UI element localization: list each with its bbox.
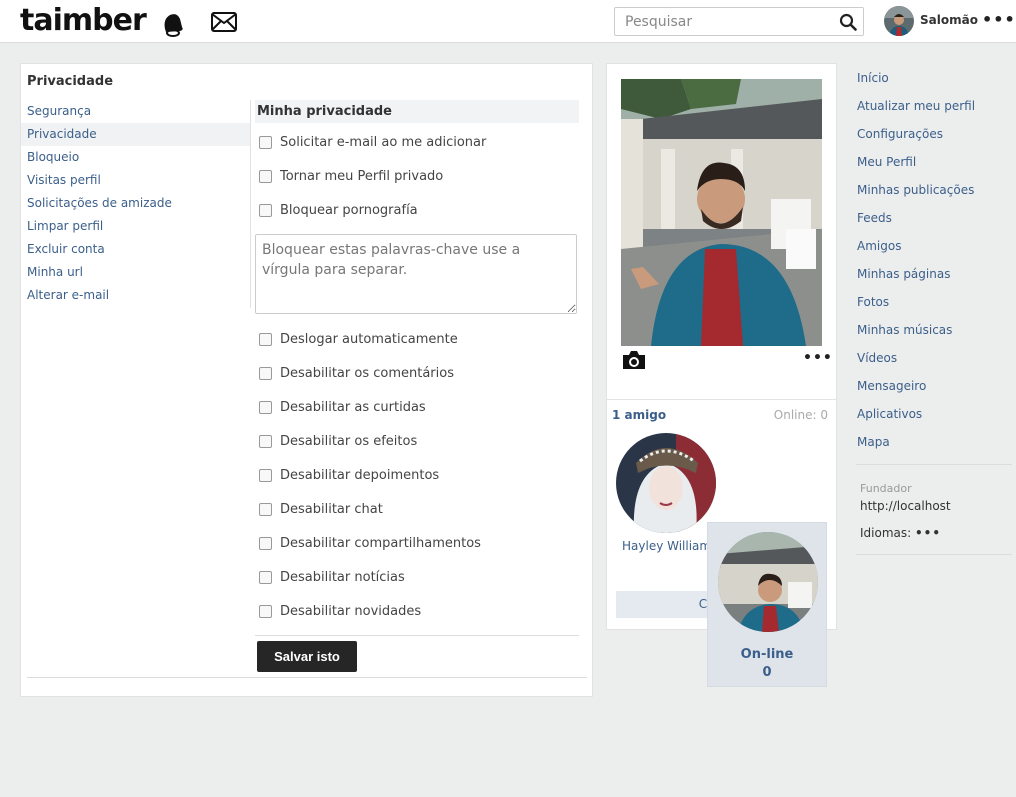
option-label: Desabilitar os comentários [280, 365, 454, 381]
option-checkbox[interactable] [259, 400, 272, 414]
online-user-avatar[interactable] [718, 532, 818, 632]
right-menu-divider [856, 464, 1012, 465]
right-menu-item[interactable]: Configurações [857, 123, 1012, 151]
right-menu-item[interactable]: Minhas publicações [857, 179, 1012, 207]
option-checkbox[interactable] [259, 169, 272, 183]
footer-divider [856, 554, 1012, 555]
right-menu-item[interactable]: Início [857, 67, 1012, 95]
nav-divider [250, 100, 251, 308]
user-avatar[interactable] [884, 6, 914, 36]
privacy-nav-item[interactable]: Bloqueio [21, 146, 251, 169]
option-label: Desabilitar novidades [280, 603, 422, 619]
option-checkbox[interactable] [259, 536, 272, 550]
right-menu-item[interactable]: Aplicativos [857, 403, 1012, 431]
search-icon[interactable] [839, 13, 857, 31]
option-label: Desabilitar compartilhamentos [280, 535, 481, 551]
privacy-option[interactable]: Desabilitar chat [259, 499, 383, 519]
right-menu: Início Atualizar meu perfil Configurações M… [857, 67, 1012, 459]
right-menu-item[interactable]: Mensageiro [857, 375, 1012, 403]
privacy-nav-item[interactable]: Visitas perfil [21, 169, 251, 192]
languages-label: Idiomas: [860, 526, 912, 540]
privacy-nav-item[interactable]: Excluir conta [21, 238, 251, 261]
founder-label: Fundador [860, 482, 912, 495]
privacy-option[interactable]: Desabilitar os comentários [259, 363, 454, 383]
privacy-nav-item[interactable]: Segurança [21, 100, 251, 123]
privacy-option[interactable]: Desabilitar novidades [259, 601, 421, 621]
card-more-button[interactable]: ••• [803, 350, 833, 366]
profile-photo[interactable] [621, 79, 822, 346]
option-checkbox[interactable] [259, 135, 272, 149]
privacy-nav-item[interactable]: Limpar perfil [21, 215, 251, 238]
privacy-option[interactable]: Desabilitar as curtidas [259, 397, 426, 417]
search-input[interactable] [615, 8, 825, 35]
option-label: Desabilitar notícias [280, 569, 405, 585]
bell-icon[interactable] [160, 9, 186, 37]
privacy-option[interactable]: Tornar meu Perfil privado [259, 166, 443, 186]
option-checkbox[interactable] [259, 502, 272, 516]
option-label: Desabilitar os efeitos [280, 433, 418, 449]
friend-name[interactable]: Hayley Williams [622, 539, 717, 553]
privacy-option[interactable]: Bloquear pornografía [259, 200, 418, 220]
option-checkbox[interactable] [259, 434, 272, 448]
right-menu-item[interactable]: Mapa [857, 431, 1012, 459]
option-checkbox[interactable] [259, 203, 272, 217]
section-title: Minha privacidade [255, 100, 579, 123]
option-label: Desabilitar depoimentos [280, 467, 440, 483]
languages[interactable]: Idiomas: ••• [860, 526, 941, 540]
right-menu-item[interactable]: Minhas páginas [857, 263, 1012, 291]
panel-title: Privacidade [27, 74, 114, 89]
online-box[interactable]: On-line 0 [707, 522, 827, 687]
more-options-button[interactable]: ••• [982, 10, 1016, 29]
panel-divider [27, 677, 587, 678]
card-divider [607, 399, 836, 400]
option-label: Bloquear pornografía [280, 202, 418, 218]
right-menu-item[interactable]: Vídeos [857, 347, 1012, 375]
privacy-option[interactable]: Deslogar automaticamente [259, 329, 458, 349]
languages-more[interactable]: ••• [915, 526, 941, 540]
top-bar: taimber Salomão ••• [0, 0, 1016, 43]
founder-url[interactable]: http://localhost [860, 499, 951, 513]
keywords-textarea[interactable] [255, 234, 577, 314]
option-checkbox[interactable] [259, 366, 272, 380]
privacy-content: Minha privacidade Salvar isto Solicitar … [255, 100, 579, 672]
save-button[interactable]: Salvar isto [257, 641, 357, 672]
right-menu-item[interactable]: Fotos [857, 291, 1012, 319]
privacy-option[interactable]: Desabilitar compartilhamentos [259, 533, 481, 553]
friends-count[interactable]: 1 amigo [612, 408, 666, 422]
privacy-option[interactable]: Desabilitar os efeitos [259, 431, 417, 451]
option-label: Tornar meu Perfil privado [280, 168, 444, 184]
privacy-nav-item[interactable]: Solicitações de amizade [21, 192, 251, 215]
privacy-nav-item[interactable]: Alterar e-mail [21, 284, 251, 307]
logo[interactable]: taimber [20, 3, 147, 39]
camera-icon[interactable] [621, 349, 647, 371]
online-number: 0 [762, 665, 772, 680]
privacy-nav-item[interactable]: Minha url [21, 261, 251, 284]
option-checkbox[interactable] [259, 468, 272, 482]
option-label: Desabilitar chat [280, 501, 383, 517]
option-checkbox[interactable] [259, 604, 272, 618]
option-checkbox[interactable] [259, 570, 272, 584]
friend-avatar[interactable] [616, 433, 716, 533]
right-menu-item[interactable]: Amigos [857, 235, 1012, 263]
option-checkbox[interactable] [259, 332, 272, 346]
option-label: Solicitar e-mail ao me adicionar [280, 134, 487, 150]
privacy-nav: Segurança Privacidade Bloqueio Visitas perf… [21, 100, 251, 307]
online-label: On-line [740, 647, 794, 662]
right-menu-item[interactable]: Feeds [857, 207, 1012, 235]
right-menu-item[interactable]: Atualizar meu perfil [857, 95, 1012, 123]
user-name[interactable]: Salomão [920, 13, 978, 27]
privacy-option[interactable]: Desabilitar notícias [259, 567, 405, 587]
content-divider [255, 635, 579, 636]
option-label: Deslogar automaticamente [280, 331, 458, 347]
mail-icon[interactable] [211, 12, 237, 32]
right-menu-item[interactable]: Meu Perfil [857, 151, 1012, 179]
option-label: Desabilitar as curtidas [280, 399, 426, 415]
privacy-option[interactable]: Solicitar e-mail ao me adicionar [259, 132, 486, 152]
right-menu-item[interactable]: Minhas músicas [857, 319, 1012, 347]
privacy-option[interactable]: Desabilitar depoimentos [259, 465, 439, 485]
online-count: Online: 0 [773, 408, 828, 422]
privacy-panel: Privacidade Segurança Privacidade Bloqueio… [20, 63, 593, 697]
search-box [614, 7, 864, 36]
privacy-nav-item[interactable]: Privacidade [21, 123, 251, 146]
